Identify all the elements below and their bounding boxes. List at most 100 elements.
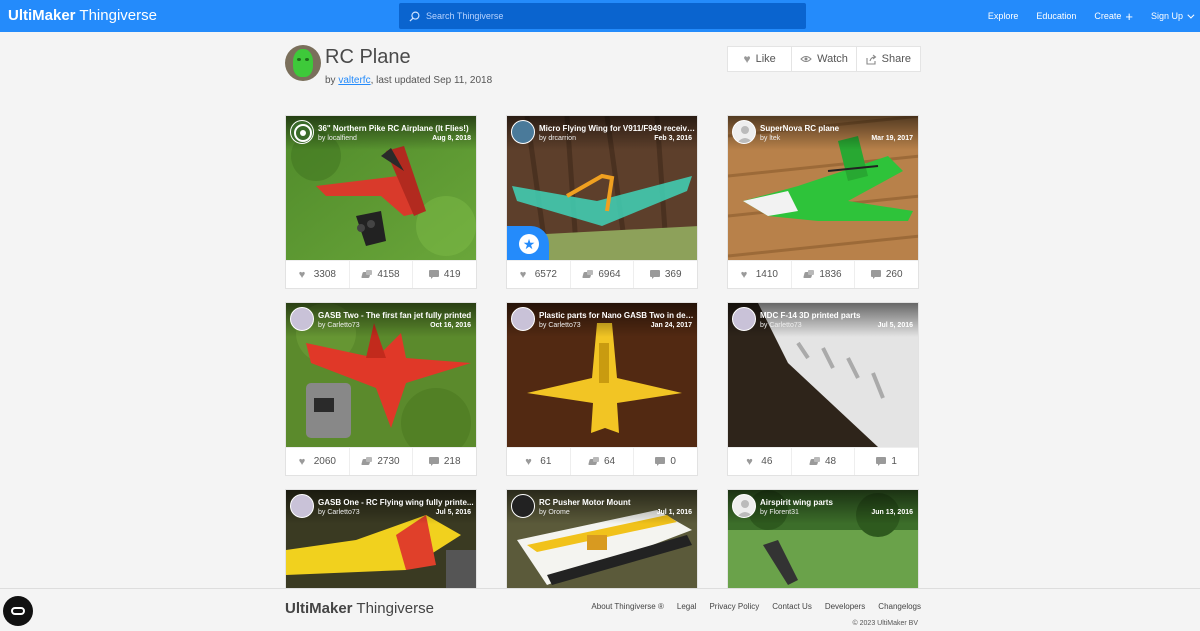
like-count[interactable]: ♥ 6572: [507, 261, 571, 288]
thing-date: Mar 19, 2017: [871, 135, 913, 142]
creator-avatar[interactable]: [290, 307, 314, 331]
thing-creator[interactable]: by Orome: [539, 509, 570, 516]
footer-link-contact[interactable]: Contact Us: [772, 602, 812, 611]
thing-creator[interactable]: by Carletto73: [760, 322, 802, 329]
like-button[interactable]: ♥ Like: [728, 47, 793, 71]
thing-creator[interactable]: by Carletto73: [539, 322, 581, 329]
thing-card[interactable]: 36" Northern Pike RC Airplane (It Flies!…: [285, 115, 477, 289]
comment-count[interactable]: 369: [634, 261, 697, 288]
featured-badge: ★: [507, 226, 549, 260]
heart-icon: ♥: [298, 268, 306, 281]
thing-title[interactable]: GASB One - RC Flying wing fully printe..…: [318, 498, 474, 507]
page-title: RC Plane: [325, 46, 411, 68]
comment-icon: [428, 270, 440, 279]
thing-creator[interactable]: by Carletto73: [318, 322, 360, 329]
thing-card[interactable]: Plastic parts for Nano GASB Two in dep..…: [506, 302, 698, 476]
search-bar[interactable]: [399, 3, 806, 29]
like-count[interactable]: ♥ 1410: [728, 261, 792, 288]
thing-title[interactable]: Airspirit wing parts: [760, 498, 916, 507]
thing-thumbnail[interactable]: GASB Two - The first fan jet fully print…: [286, 303, 476, 447]
thing-title[interactable]: MDC F-14 3D printed parts: [760, 311, 916, 320]
collect-count[interactable]: 4158: [350, 261, 414, 288]
footer-link-privacy[interactable]: Privacy Policy: [709, 602, 759, 611]
like-count[interactable]: ♥ 61: [507, 448, 571, 475]
author-link[interactable]: valterfc: [338, 75, 370, 86]
thing-date: Jul 5, 2016: [435, 509, 471, 516]
search-input[interactable]: [426, 11, 786, 21]
thing-card[interactable]: SuperNova RC plane by ltek Mar 19, 2017 …: [727, 115, 919, 289]
nav-sign-up[interactable]: Sign Up: [1151, 11, 1195, 21]
comment-count[interactable]: 1: [855, 448, 918, 475]
collect-count[interactable]: 2730: [350, 448, 414, 475]
thing-title[interactable]: SuperNova RC plane: [760, 124, 916, 133]
creator-avatar[interactable]: [732, 307, 756, 331]
thing-creator[interactable]: by localfiend: [318, 135, 357, 142]
heart-icon: ♥: [298, 455, 306, 468]
comment-count[interactable]: 0: [634, 448, 697, 475]
thing-date: Jan 24, 2017: [650, 322, 692, 329]
thingiverse-logo[interactable]: UltiMaker Thingiverse: [8, 7, 157, 24]
collection-owner-avatar[interactable]: [285, 45, 321, 81]
thing-date: Feb 3, 2016: [654, 135, 692, 142]
creator-avatar[interactable]: [511, 307, 535, 331]
page-footer: UltiMaker Thingiverse About Thingiverse …: [0, 588, 1200, 631]
comment-icon: [649, 270, 661, 279]
creator-avatar[interactable]: [732, 494, 756, 518]
nav-explore[interactable]: Explore: [988, 11, 1019, 21]
thing-stats: ♥ 46 48 1: [728, 447, 918, 475]
thing-title[interactable]: Plastic parts for Nano GASB Two in dep..…: [539, 311, 695, 320]
creator-avatar[interactable]: [290, 494, 314, 518]
footer-link-legal[interactable]: Legal: [677, 602, 697, 611]
collect-count[interactable]: 1836: [792, 261, 856, 288]
like-count[interactable]: ♥ 3308: [286, 261, 350, 288]
thing-title[interactable]: Micro Flying Wing for V911/F949 receive.…: [539, 124, 695, 133]
comment-icon: [428, 457, 440, 466]
comment-count[interactable]: 218: [413, 448, 476, 475]
thing-card[interactable]: MDC F-14 3D printed parts by Carletto73 …: [727, 302, 919, 476]
thing-stats: ♥ 1410 1836 260: [728, 260, 918, 288]
thing-title[interactable]: RC Pusher Motor Mount: [539, 498, 695, 507]
plus-icon: +: [1125, 8, 1133, 24]
thing-title[interactable]: GASB Two - The first fan jet fully print…: [318, 311, 474, 320]
creator-avatar[interactable]: [290, 120, 314, 144]
thing-creator[interactable]: by Florent31: [760, 509, 799, 516]
like-count[interactable]: ♥ 46: [728, 448, 792, 475]
thing-card[interactable]: Micro Flying Wing for V911/F949 receive.…: [506, 115, 698, 289]
thing-title[interactable]: 36" Northern Pike RC Airplane (It Flies!…: [318, 124, 474, 133]
thing-creator[interactable]: by drcarrion: [539, 135, 576, 142]
thing-thumbnail[interactable]: 36" Northern Pike RC Airplane (It Flies!…: [286, 116, 476, 260]
chevron-down-icon: [1187, 11, 1195, 19]
thing-date: Oct 16, 2016: [430, 322, 471, 329]
eye-icon: [800, 56, 812, 62]
footer-link-developers[interactable]: Developers: [825, 602, 865, 611]
nav-education[interactable]: Education: [1036, 11, 1076, 21]
creator-avatar[interactable]: [511, 120, 535, 144]
creator-avatar[interactable]: [511, 494, 535, 518]
comment-icon: [870, 270, 882, 279]
collect-count[interactable]: 48: [792, 448, 856, 475]
footer-link-about[interactable]: About Thingiverse ®: [591, 602, 663, 611]
thing-stats: ♥ 6572 6964 369: [507, 260, 697, 288]
share-button[interactable]: Share: [857, 47, 920, 71]
like-count[interactable]: ♥ 2060: [286, 448, 350, 475]
nav-create[interactable]: Create +: [1094, 8, 1133, 24]
accessibility-button[interactable]: [3, 596, 33, 626]
thing-thumbnail[interactable]: SuperNova RC plane by ltek Mar 19, 2017: [728, 116, 918, 260]
thing-card[interactable]: GASB Two - The first fan jet fully print…: [285, 302, 477, 476]
collection-icon: [804, 270, 815, 279]
collect-count[interactable]: 64: [571, 448, 635, 475]
collect-count[interactable]: 6964: [571, 261, 635, 288]
thing-thumbnail[interactable]: MDC F-14 3D printed parts by Carletto73 …: [728, 303, 918, 447]
thing-thumbnail[interactable]: Micro Flying Wing for V911/F949 receive.…: [507, 116, 697, 260]
creator-avatar[interactable]: [732, 120, 756, 144]
thing-creator[interactable]: by ltek: [760, 135, 780, 142]
comment-count[interactable]: 419: [413, 261, 476, 288]
collection-icon: [362, 457, 373, 466]
search-icon: [409, 11, 420, 22]
thing-creator[interactable]: by Carletto73: [318, 509, 360, 516]
footer-link-changelogs[interactable]: Changelogs: [878, 602, 921, 611]
thing-thumbnail[interactable]: Plastic parts for Nano GASB Two in dep..…: [507, 303, 697, 447]
comment-count[interactable]: 260: [855, 261, 918, 288]
footer-logo[interactable]: UltiMaker Thingiverse: [285, 600, 434, 617]
watch-button[interactable]: Watch: [792, 47, 857, 71]
